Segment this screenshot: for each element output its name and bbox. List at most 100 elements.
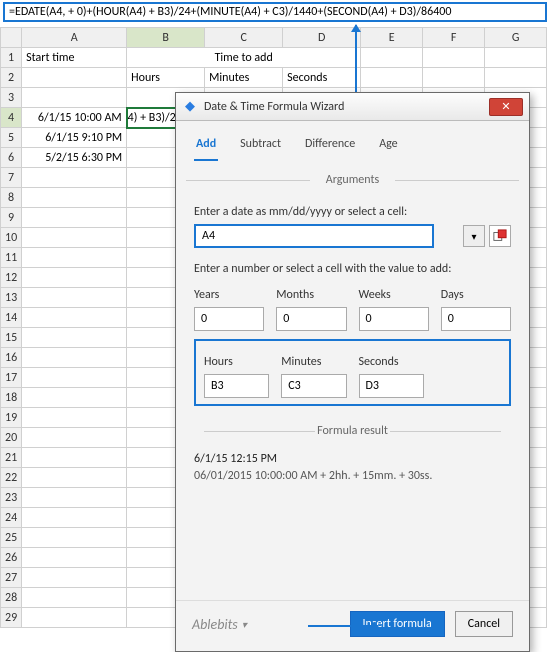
formula-bar[interactable]: =EDATE(A4, + 0)+(HOUR(A4) + B3)/24+(MINU… [3, 2, 547, 22]
seconds-input[interactable]: D3 [359, 374, 424, 398]
cell-a21[interactable] [22, 448, 127, 468]
cell-a22[interactable] [22, 468, 127, 488]
cell-g2[interactable] [485, 68, 547, 88]
weeks-input[interactable]: 0 [359, 307, 429, 331]
row-header-8[interactable]: 8 [1, 188, 22, 208]
cancel-button[interactable]: Cancel [455, 611, 513, 637]
cell-a14[interactable] [22, 308, 127, 328]
cell-a4[interactable]: 6/1/15 10:00 AM [22, 108, 127, 128]
row-header-27[interactable]: 27 [1, 568, 22, 588]
cell-g1[interactable] [485, 48, 547, 68]
col-header-b[interactable]: B [127, 28, 205, 48]
cell-c2[interactable]: Minutes [205, 68, 283, 88]
col-header-a[interactable]: A [22, 28, 127, 48]
col-header-e[interactable]: E [361, 28, 423, 48]
row-header-9[interactable]: 9 [1, 208, 22, 228]
cell-a2[interactable] [22, 68, 127, 88]
cell-e2[interactable] [361, 68, 423, 88]
row-header-5[interactable]: 5 [1, 128, 22, 148]
cell-a3[interactable] [22, 88, 127, 108]
row-header-4[interactable]: 4 [1, 108, 22, 128]
hours-input[interactable]: B3 [204, 374, 269, 398]
cell-a11[interactable] [22, 248, 127, 268]
cell-a20[interactable] [22, 428, 127, 448]
cell-b1d1-merged[interactable]: Time to add [127, 48, 361, 68]
brand-menu[interactable]: Ablebits ▾ [192, 616, 247, 633]
cell-a15[interactable] [22, 328, 127, 348]
cell-a26[interactable] [22, 548, 127, 568]
row-header-29[interactable]: 29 [1, 608, 22, 628]
cell-a1[interactable]: Start time [22, 48, 127, 68]
cell-a9[interactable] [22, 208, 127, 228]
cell-a10[interactable] [22, 228, 127, 248]
cell-e1[interactable] [361, 48, 423, 68]
row-header-21[interactable]: 21 [1, 448, 22, 468]
dialog-footer: Ablebits ▾ Insert formula Cancel [176, 600, 529, 651]
years-input[interactable]: 0 [194, 307, 264, 331]
cell-a5[interactable]: 6/1/15 9:10 PM [22, 128, 127, 148]
row-header-11[interactable]: 11 [1, 248, 22, 268]
row-header-19[interactable]: 19 [1, 408, 22, 428]
days-input[interactable]: 0 [441, 307, 511, 331]
col-header-f[interactable]: F [423, 28, 485, 48]
row-header-20[interactable]: 20 [1, 428, 22, 448]
date-input[interactable]: A4 [194, 224, 434, 248]
cell-a8[interactable] [22, 188, 127, 208]
col-header-d[interactable]: D [283, 28, 361, 48]
date-cell-picker[interactable] [489, 225, 511, 247]
cell-a19[interactable] [22, 408, 127, 428]
minutes-input[interactable]: C3 [281, 374, 346, 398]
col-header-g[interactable]: G [485, 28, 547, 48]
row-header-18[interactable]: 18 [1, 388, 22, 408]
cell-a16[interactable] [22, 348, 127, 368]
row-header-13[interactable]: 13 [1, 288, 22, 308]
cell-a6[interactable]: 5/2/15 6:30 PM [22, 148, 127, 168]
date-dropdown[interactable]: ▾ [463, 225, 485, 247]
cell-f2[interactable] [423, 68, 485, 88]
row-header-12[interactable]: 12 [1, 268, 22, 288]
cell-a7[interactable] [22, 168, 127, 188]
row-header-26[interactable]: 26 [1, 548, 22, 568]
row-header-14[interactable]: 14 [1, 308, 22, 328]
cell-a24[interactable] [22, 508, 127, 528]
row-header-17[interactable]: 17 [1, 368, 22, 388]
col-header-c[interactable]: C [205, 28, 283, 48]
tab-subtract[interactable]: Subtract [238, 133, 283, 161]
cell-a28[interactable] [22, 588, 127, 608]
tab-difference[interactable]: Difference [303, 133, 357, 161]
row-header-15[interactable]: 15 [1, 328, 22, 348]
row-header-2[interactable]: 2 [1, 68, 22, 88]
select-all-cell[interactable] [1, 28, 22, 48]
row-header-3[interactable]: 3 [1, 88, 22, 108]
months-input[interactable]: 0 [276, 307, 346, 331]
chevron-down-icon: ▾ [242, 618, 247, 631]
row-header-28[interactable]: 28 [1, 588, 22, 608]
row-header-6[interactable]: 6 [1, 148, 22, 168]
cell-d2[interactable]: Seconds [283, 68, 361, 88]
dialog-titlebar[interactable]: ◆ Date & Time Formula Wizard ✕ [176, 93, 529, 121]
row-header-16[interactable]: 16 [1, 348, 22, 368]
tab-add[interactable]: Add [194, 133, 218, 161]
cell-a25[interactable] [22, 528, 127, 548]
row-header-7[interactable]: 7 [1, 168, 22, 188]
close-button[interactable]: ✕ [489, 98, 523, 116]
cell-a12[interactable] [22, 268, 127, 288]
cell-b2[interactable]: Hours [127, 68, 205, 88]
cell-a27[interactable] [22, 568, 127, 588]
brand-label: Ablebits [192, 616, 238, 633]
row-header-10[interactable]: 10 [1, 228, 22, 248]
tab-age[interactable]: Age [377, 133, 399, 161]
row-header-1[interactable]: 1 [1, 48, 22, 68]
row-header-24[interactable]: 24 [1, 508, 22, 528]
label-years: Years [194, 288, 264, 302]
row-header-25[interactable]: 25 [1, 528, 22, 548]
cell-f1[interactable] [423, 48, 485, 68]
cell-a23[interactable] [22, 488, 127, 508]
cell-a29[interactable] [22, 608, 127, 628]
cell-a18[interactable] [22, 388, 127, 408]
cell-a13[interactable] [22, 288, 127, 308]
row-header-23[interactable]: 23 [1, 488, 22, 508]
cell-a17[interactable] [22, 368, 127, 388]
row-header-22[interactable]: 22 [1, 468, 22, 488]
insert-formula-button[interactable]: Insert formula [350, 611, 445, 637]
